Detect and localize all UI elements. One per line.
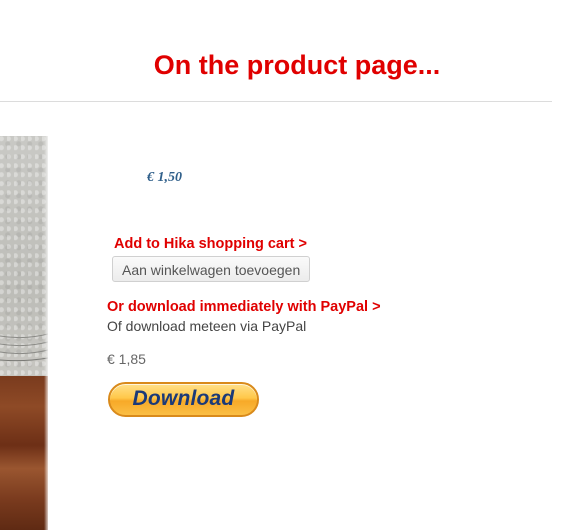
paypal-download-button[interactable]: Download (108, 382, 259, 417)
product-image[interactable] (0, 136, 50, 530)
page-heading: On the product page... (153, 50, 441, 80)
add-to-cart-button[interactable]: Aan winkelwagen toevoegen (112, 256, 311, 282)
paypal-description: Of download meteen via PayPal (107, 318, 307, 334)
hika-callout: Add to Hika shopping cart > (114, 236, 307, 252)
product-price: € 1,50 (147, 170, 182, 185)
download-button-label: Download (132, 387, 235, 410)
paypal-price: € 1,85 (107, 351, 146, 367)
divider (0, 101, 552, 102)
image-wood-area (0, 376, 48, 530)
image-wires (0, 333, 48, 362)
paypal-callout: Or download immediately with PayPal > (107, 299, 381, 315)
image-torn-edge (44, 136, 50, 530)
product-page: On the product page... € 1,50 Add to Hik… (0, 0, 580, 530)
